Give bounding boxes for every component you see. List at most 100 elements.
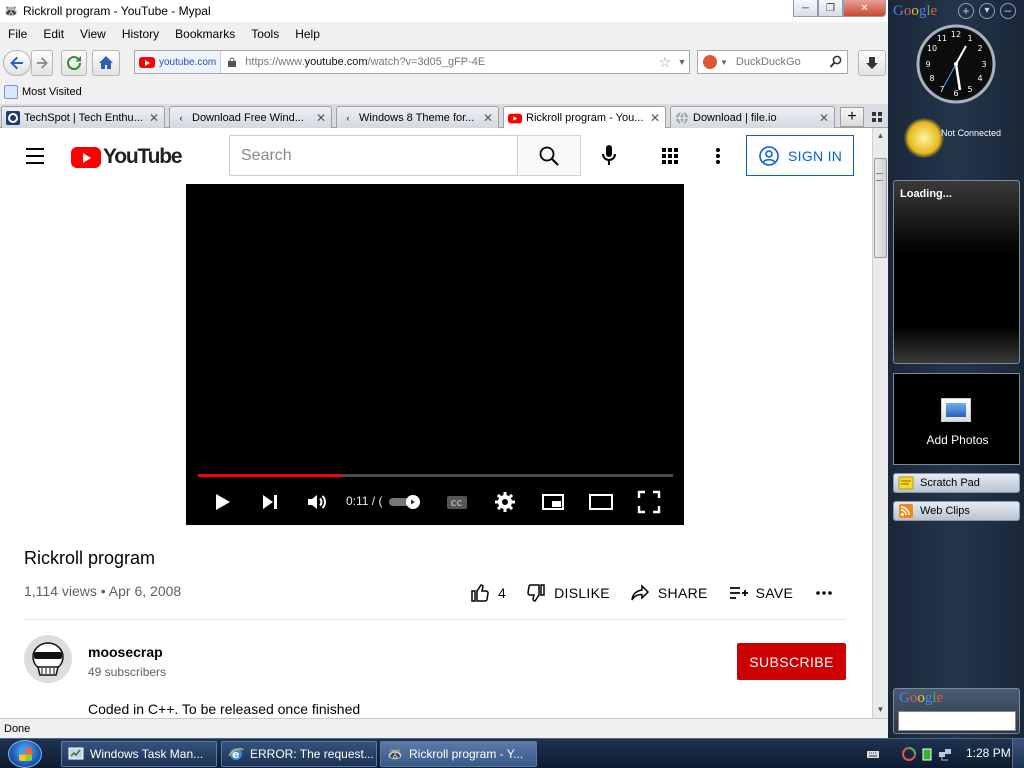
scroll-up-icon[interactable]: ▲	[873, 128, 888, 144]
close-tab-icon[interactable]: ✕	[148, 111, 160, 125]
save-button[interactable]: SAVE	[728, 583, 794, 603]
close-button[interactable]: ✕	[843, 0, 886, 17]
menu-tools[interactable]: Tools	[243, 27, 287, 41]
add-photos-label: Add Photos	[926, 433, 989, 447]
taskbar: Windows Task Man... e ERROR: The request…	[0, 738, 1024, 768]
add-gadget-icon[interactable]: +	[958, 3, 974, 19]
channel-name[interactable]: moosecrap	[88, 644, 163, 660]
tab-bar: TechSpot | Tech Enthu... ✕ ‹ Download Fr…	[0, 104, 888, 129]
close-tab-icon[interactable]: ✕	[315, 111, 327, 125]
scroll-down-icon[interactable]: ▼	[873, 702, 888, 718]
menu-bookmarks[interactable]: Bookmarks	[167, 27, 243, 41]
youtube-logo[interactable]: YouTube	[71, 145, 183, 169]
channel-avatar[interactable]	[24, 635, 72, 683]
search-engine-dropdown-icon[interactable]: ▼	[720, 58, 728, 67]
more-vertical-icon[interactable]	[714, 147, 722, 165]
weather-sun-icon[interactable]	[904, 118, 944, 158]
scratch-pad-gadget[interactable]: Scratch Pad	[893, 473, 1020, 493]
sidebar-minimize-icon[interactable]: –	[1000, 3, 1016, 19]
google-search-input[interactable]	[898, 711, 1016, 731]
tab-label: Download Free Wind...	[192, 111, 304, 124]
hamburger-menu-icon[interactable]	[26, 148, 46, 164]
url-dropdown-icon[interactable]: ▼	[675, 54, 689, 70]
most-visited-link[interactable]: Most Visited	[22, 86, 82, 98]
fullscreen-icon[interactable]	[637, 490, 661, 514]
captions-icon[interactable]: CC	[445, 490, 469, 514]
downloads-button[interactable]	[858, 50, 886, 76]
start-button[interactable]	[8, 740, 42, 768]
bookmark-star-icon[interactable]: ☆	[657, 54, 673, 70]
svg-text:4: 4	[977, 74, 982, 83]
menu-history[interactable]: History	[114, 27, 167, 41]
keyboard-icon[interactable]	[866, 747, 880, 761]
progress-bar[interactable]	[198, 474, 673, 477]
menu-view[interactable]: View	[72, 27, 114, 41]
video-actions: 4 DISLIKE SHARE SAVE	[470, 582, 833, 604]
minimize-button[interactable]: ─	[793, 0, 818, 17]
url-text[interactable]: https://www.youtube.com/watch?v=3d05_gFP…	[245, 56, 657, 68]
home-icon	[99, 56, 113, 69]
home-button[interactable]	[92, 50, 120, 76]
menu-file[interactable]: File	[0, 27, 35, 41]
back-button[interactable]	[3, 50, 31, 76]
like-button[interactable]: 4	[470, 583, 506, 603]
show-desktop-button[interactable]	[1012, 739, 1024, 768]
sign-in-label: SIGN IN	[788, 147, 843, 164]
video-player[interactable]: 0:11 / ( CC	[186, 184, 684, 525]
next-icon[interactable]	[258, 490, 282, 514]
status-text: Done	[4, 723, 31, 735]
tab-list-icon[interactable]	[870, 110, 884, 124]
apps-grid-icon[interactable]	[661, 147, 679, 165]
taskbar-task-manager[interactable]: Windows Task Man...	[61, 741, 217, 767]
share-button[interactable]: SHARE	[630, 583, 708, 603]
menu-help[interactable]: Help	[287, 27, 328, 41]
tab-windows8-theme[interactable]: ‹ Windows 8 Theme for... ✕	[336, 106, 499, 128]
svg-text:3: 3	[981, 60, 986, 69]
sign-in-button[interactable]: SIGN IN	[746, 135, 854, 176]
tab-rickroll-youtube[interactable]: Rickroll program - You... ✕	[503, 106, 666, 129]
battery-icon[interactable]	[920, 747, 934, 761]
menu-edit[interactable]: Edit	[35, 27, 72, 41]
theater-mode-icon[interactable]	[589, 490, 613, 514]
forward-button[interactable]	[31, 50, 53, 76]
play-icon[interactable]	[210, 490, 234, 514]
thumbs-down-icon	[527, 584, 545, 602]
site-identity-button[interactable]: youtube.com	[135, 51, 222, 73]
network-icon[interactable]	[938, 747, 952, 761]
close-tab-icon[interactable]: ✕	[649, 111, 661, 125]
tab-techspot[interactable]: TechSpot | Tech Enthu... ✕	[1, 106, 165, 128]
reload-button[interactable]	[61, 50, 87, 76]
subscribe-button[interactable]: SUBSCRIBE	[737, 643, 846, 680]
google-logo[interactable]: Google	[893, 3, 937, 20]
tab-download-free-windows[interactable]: ‹ Download Free Wind... ✕	[169, 106, 332, 128]
task-label: ERROR: The request...	[250, 747, 374, 761]
youtube-search-input[interactable]: Search	[229, 135, 517, 176]
youtube-search-button[interactable]	[517, 135, 581, 176]
browser-window: 🦝 Rickroll program - YouTube - Mypal ─ ❐…	[0, 0, 888, 738]
microphone-icon[interactable]	[598, 142, 620, 168]
maximize-button[interactable]: ❐	[818, 0, 843, 17]
dislike-button[interactable]: DISLIKE	[526, 583, 610, 603]
new-tab-button[interactable]: +	[840, 107, 864, 127]
close-tab-icon[interactable]: ✕	[818, 111, 830, 125]
url-bar[interactable]: youtube.com https://www.youtube.com/watc…	[134, 50, 690, 74]
sidebar-options-icon[interactable]: ▾	[979, 3, 995, 19]
search-icon[interactable]	[829, 55, 843, 69]
taskbar-error-page[interactable]: e ERROR: The request...	[221, 741, 377, 767]
close-tab-icon[interactable]: ✕	[482, 111, 494, 125]
photos-gadget[interactable]: Add Photos	[893, 373, 1020, 465]
miniplayer-icon[interactable]	[541, 490, 565, 514]
more-horizontal-icon[interactable]	[815, 590, 833, 596]
taskbar-clock[interactable]: 1:28 PM	[966, 746, 1011, 760]
settings-gear-icon[interactable]	[493, 490, 517, 514]
web-clips-gadget[interactable]: Web Clips	[893, 501, 1020, 521]
google-desktop-tray-icon[interactable]	[902, 747, 916, 761]
duckduckgo-icon[interactable]	[703, 55, 717, 69]
search-bar[interactable]: ▼ DuckDuckGo	[697, 50, 848, 74]
scratch-pad-label: Scratch Pad	[920, 477, 980, 489]
volume-icon[interactable]	[305, 490, 329, 514]
tab-file-io[interactable]: Download | file.io ✕	[670, 106, 835, 128]
autoplay-toggle-icon[interactable]	[389, 495, 423, 509]
vertical-scrollbar[interactable]: ▲ ▼	[872, 128, 888, 718]
taskbar-rickroll-browser[interactable]: 🦝 Rickroll program - Y...	[380, 741, 537, 767]
